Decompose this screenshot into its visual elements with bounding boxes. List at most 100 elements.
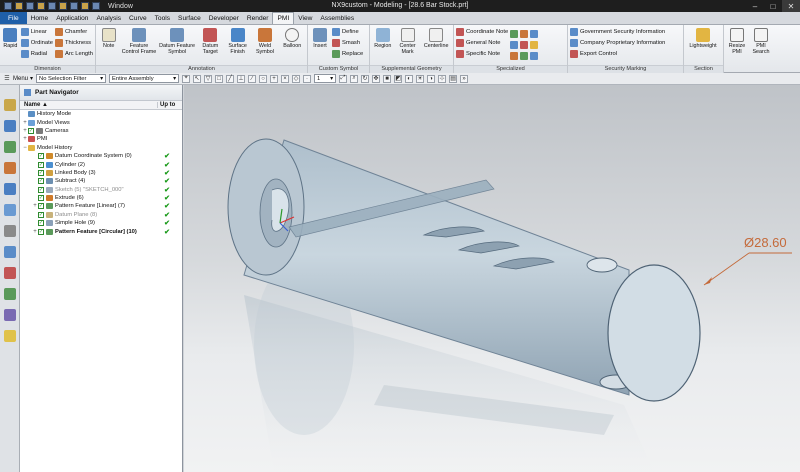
process-studio-icon[interactable]	[3, 267, 16, 279]
define-button[interactable]: Define	[332, 27, 363, 37]
touch-mode-icon[interactable]	[92, 2, 100, 10]
tree-item[interactable]: ✓ Datum Coordinate System (0) ✔	[20, 152, 182, 160]
visibility-checkbox[interactable]: ✓	[38, 211, 44, 218]
minimize-button[interactable]: –	[746, 0, 764, 12]
circle-center-icon[interactable]: ○	[259, 74, 268, 83]
tab-curve[interactable]: Curve	[125, 12, 151, 24]
cut-icon[interactable]	[59, 2, 67, 10]
visibility-checkbox[interactable]: ✓	[38, 153, 44, 160]
crosshair-icon[interactable]: +	[270, 74, 279, 83]
manufacturing-wizards-icon[interactable]	[3, 288, 16, 300]
resize-pmi-button[interactable]: Resize PMI	[726, 26, 748, 65]
tree-item[interactable]: + Model Views	[20, 118, 182, 126]
specialized-tool-icon[interactable]	[530, 41, 539, 49]
specialized-tool-icon[interactable]	[530, 52, 539, 60]
point-icon[interactable]: ·	[303, 74, 312, 83]
visibility-checkbox[interactable]: ✓	[38, 220, 44, 227]
menu-button[interactable]: ☰ Menu ▾	[3, 75, 33, 83]
weld-symbol-button[interactable]: Weld Symbol	[252, 26, 277, 65]
government-security-button[interactable]: Government Security Information	[570, 27, 665, 37]
tree-item[interactable]: + ✓ Cameras	[20, 127, 182, 135]
quadrant-icon[interactable]: ◇	[292, 74, 301, 83]
tree-item[interactable]: ✓ Linked Body (3) ✔	[20, 169, 182, 177]
diameter-dimension[interactable]: Ø28.60	[703, 235, 792, 286]
tree-item[interactable]: + ✓ Pattern Feature [Circular] (10) ✔	[20, 227, 182, 236]
visibility-checkbox[interactable]: ✓	[38, 195, 44, 202]
feature-control-frame-button[interactable]: Feature Control Frame	[121, 26, 156, 65]
visibility-checkbox[interactable]: ✓	[38, 178, 44, 185]
tab-view[interactable]: View	[294, 12, 316, 24]
selection-filter-dropdown[interactable]: No Selection Filter ▾	[36, 74, 107, 83]
tab-home[interactable]: Home	[27, 12, 53, 24]
balloon-button[interactable]: Balloon	[280, 26, 305, 65]
datum-feature-symbol-button[interactable]: Datum Feature Symbol	[159, 26, 196, 65]
paste-icon[interactable]	[81, 2, 89, 10]
layer-dropdown[interactable]: 1 ▾	[314, 74, 337, 83]
save-icon[interactable]	[26, 2, 34, 10]
visibility-checkbox[interactable]: ✓	[38, 161, 44, 168]
centerline-button[interactable]: Centerline	[421, 26, 451, 65]
tree-item[interactable]: ✓ Sketch (5) "SKETCH_000" ✔	[20, 186, 182, 194]
web-browser-icon[interactable]	[3, 204, 16, 216]
box-select-icon[interactable]: □	[215, 74, 224, 83]
column-header-upto[interactable]: Up to	[157, 102, 179, 108]
light-icon[interactable]: ☀	[416, 74, 425, 83]
selection-scope-dropdown[interactable]: Entire Assembly ▾	[109, 74, 180, 83]
orient-view-icon[interactable]: ◩	[394, 74, 403, 83]
tree-item[interactable]: History Mode	[20, 110, 182, 118]
visibility-checkbox[interactable]: ✓	[38, 186, 44, 193]
part-navigator-icon[interactable]	[3, 141, 16, 153]
lightweight-button[interactable]: Lightweight	[686, 26, 720, 65]
linear-button[interactable]: Linear	[20, 27, 53, 37]
work-layer-icon[interactable]: ▤	[449, 74, 458, 83]
rotate-icon[interactable]: ↻	[361, 74, 370, 83]
insert-button[interactable]: Insert	[310, 26, 330, 65]
rapid-button[interactable]: Rapid	[2, 26, 19, 65]
arc-length-button[interactable]: Arc Length	[54, 49, 93, 59]
constraint-navigator-icon[interactable]	[3, 120, 16, 132]
replace-button[interactable]: Replace	[332, 49, 363, 59]
specialized-tool-icon[interactable]	[510, 41, 519, 49]
window-menu[interactable]: Window	[108, 3, 133, 10]
copy-icon[interactable]	[70, 2, 78, 10]
pmi-search-button[interactable]: PMI Search	[750, 26, 772, 65]
tree-item[interactable]: ✓ Cylinder (2) ✔	[20, 160, 182, 169]
undo-icon[interactable]	[37, 2, 45, 10]
select-icon[interactable]: ↖	[193, 74, 202, 83]
export-control-button[interactable]: Export Control	[570, 49, 665, 59]
tab-surface[interactable]: Surface	[174, 12, 205, 24]
center-mark-button[interactable]: Center Mark	[396, 26, 420, 65]
tab-pmi[interactable]: PMI	[272, 12, 295, 24]
visibility-checkbox[interactable]: ✓	[38, 228, 44, 235]
wcs-icon[interactable]: ⊹	[438, 74, 447, 83]
section-icon[interactable]: ◐	[405, 74, 414, 83]
specific-note-button[interactable]: Specific Note	[456, 49, 508, 59]
visibility-checkbox[interactable]: ✓	[38, 169, 44, 176]
ordinate-button[interactable]: Ordinate	[20, 38, 53, 48]
tree-item[interactable]: + PMI	[20, 135, 182, 143]
company-proprietary-button[interactable]: Company Proprietary Information	[570, 38, 665, 48]
pan-icon[interactable]: ✥	[372, 74, 381, 83]
render-style-icon[interactable]: ■	[383, 74, 392, 83]
filter-icon[interactable]: ▽	[204, 74, 213, 83]
tab-file[interactable]: File	[0, 12, 27, 24]
graphics-window[interactable]: Ø28.60	[184, 85, 800, 472]
visibility-checkbox[interactable]: ✓	[28, 127, 34, 134]
tree-item[interactable]: ✓ Simple Hole (9) ✔	[20, 219, 182, 227]
tab-tools[interactable]: Tools	[151, 12, 174, 24]
hd3d-tools-icon[interactable]	[3, 183, 16, 195]
tree-item[interactable]: ✓ Subtract (4) ✔	[20, 177, 182, 185]
thickness-button[interactable]: Thickness	[54, 38, 93, 48]
history-icon[interactable]	[3, 225, 16, 237]
maximize-button[interactable]: □	[764, 0, 782, 12]
endpoint-icon[interactable]: ⊥	[237, 74, 246, 83]
smash-button[interactable]: Smash	[332, 38, 363, 48]
close-button[interactable]: ✕	[782, 0, 800, 12]
tree-item[interactable]: ✓ Datum Plane (8) ✔	[20, 211, 182, 219]
roles-icon[interactable]	[3, 309, 16, 321]
tab-application[interactable]: Application	[52, 12, 92, 24]
snap-icon[interactable]: ⌖	[182, 74, 191, 83]
general-note-button[interactable]: General Note	[456, 38, 508, 48]
column-header-name[interactable]: Name ▲	[24, 102, 48, 108]
zoom-icon[interactable]: ⌕	[350, 74, 359, 83]
